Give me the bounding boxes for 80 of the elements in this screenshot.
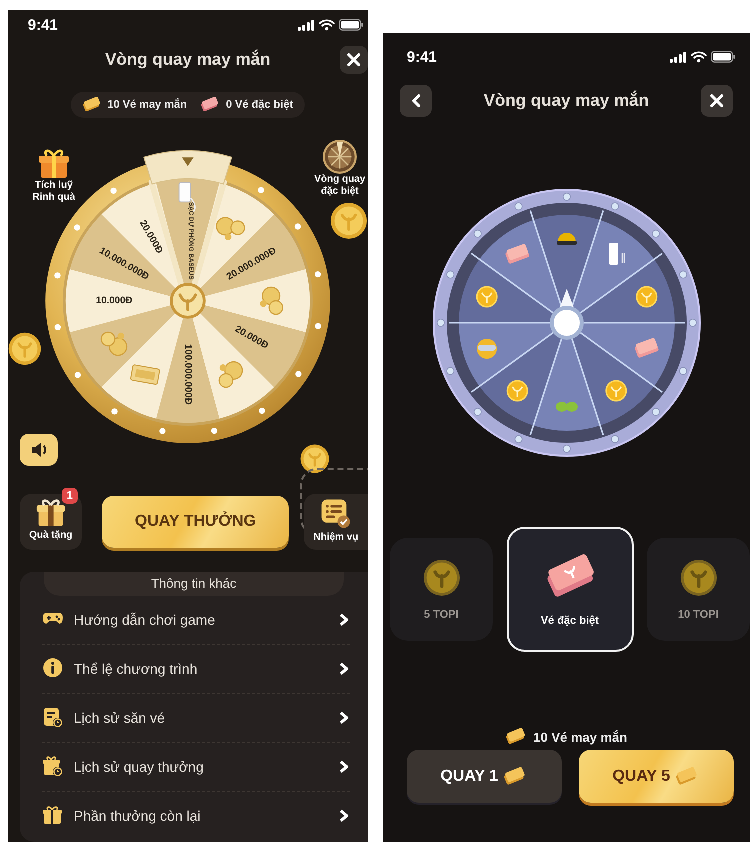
- sound-button[interactable]: [20, 434, 58, 466]
- gift-icon: [38, 148, 70, 180]
- coin-icon: [476, 286, 498, 308]
- back-button[interactable]: [400, 85, 432, 117]
- prize-wheel[interactable]: [432, 189, 700, 457]
- menu-label: Hướng dẫn chơi game: [74, 612, 216, 628]
- gift-icon: [36, 498, 66, 528]
- menu-row[interactable]: Thể lệ chương trình: [42, 645, 350, 694]
- chevron-icon: [339, 809, 350, 823]
- helmet-icon: [556, 233, 576, 245]
- menu-label: Lịch sử quay thưởng: [74, 759, 205, 775]
- gift-icon: [42, 805, 64, 827]
- close-icon: [710, 94, 724, 108]
- toy-icon: [556, 402, 578, 412]
- coins-icon: [218, 361, 244, 388]
- spin-button[interactable]: QUAY 5: [579, 750, 734, 803]
- prize-label: 10.000Đ: [96, 296, 133, 307]
- coin-icon: [605, 380, 627, 402]
- screen-title: Vòng quay may mắn: [104, 50, 272, 70]
- power-bank-icon: [608, 243, 624, 265]
- status-time: 9:41: [28, 16, 58, 34]
- coins-icon: [216, 217, 246, 240]
- signal-icon: [670, 52, 687, 62]
- gift-clock-icon: [42, 756, 64, 778]
- coins-icon: [260, 286, 284, 316]
- checklist-icon: [320, 498, 352, 530]
- chevron-icon: [339, 760, 350, 774]
- battery-icon: [339, 19, 364, 31]
- spin-button[interactable]: QUAY THƯỞNG: [102, 496, 290, 548]
- reward-card[interactable]: 5 TOPI: [390, 538, 493, 641]
- missions-button[interactable]: Nhiệm vụ: [304, 494, 368, 550]
- battery-icon: [711, 51, 736, 63]
- coin-icon: [330, 202, 368, 240]
- menu-label: Thể lệ chương trình: [74, 661, 199, 677]
- info-icon: [42, 658, 64, 680]
- ticket-balance: 10 Vé may mắn: [534, 730, 628, 744]
- coin-icon: [422, 558, 460, 596]
- spin-button[interactable]: QUAY 1: [407, 750, 562, 803]
- shortcut-button[interactable]: Tích luỹ Rinh quà: [26, 148, 82, 203]
- wifi-icon: [319, 19, 335, 31]
- menu-label: Lịch sử săn vé: [74, 710, 166, 726]
- prize-label: 100.000.000Đ: [182, 344, 194, 406]
- screen-title: Vòng quay may mắn: [482, 91, 650, 111]
- menu-row[interactable]: Phần thưởng còn lại: [42, 792, 350, 840]
- panel-title: Thông tin khác: [44, 572, 344, 596]
- chevron-icon: [339, 662, 350, 676]
- document-clock-icon: [42, 707, 64, 729]
- signal-icon: [298, 20, 315, 30]
- close-button[interactable]: [340, 46, 368, 74]
- ticket-icon: [82, 97, 103, 113]
- wheel-icon: [323, 140, 357, 174]
- ticket-icon: [201, 97, 222, 113]
- coin-icon: [506, 380, 528, 402]
- wheel-pointer: [550, 289, 584, 340]
- ticket-icon: [506, 728, 528, 746]
- menu-row[interactable]: Lịch sử săn vé: [42, 694, 350, 743]
- reward-card[interactable]: 10 TOPI: [647, 538, 750, 641]
- ticket-icon: [130, 364, 161, 386]
- ticket-count: 10 Vé may mắn: [108, 99, 188, 111]
- round-figure-icon: [476, 339, 497, 359]
- wifi-icon: [691, 51, 707, 63]
- coins-icon: [100, 332, 128, 356]
- status-time: 9:41: [407, 48, 438, 66]
- coin-icon: [300, 444, 330, 474]
- menu-row[interactable]: Hướng dẫn chơi game: [42, 596, 350, 645]
- close-button[interactable]: [701, 85, 733, 117]
- reward-card[interactable]: Vé đặc biệt: [506, 527, 634, 652]
- coin-icon: [636, 286, 658, 308]
- coin-icon: [8, 332, 42, 366]
- coin-icon: [680, 558, 718, 596]
- chevron-icon: [339, 711, 350, 725]
- speaker-icon: [30, 441, 48, 459]
- menu-label: Phần thưởng còn lại: [74, 808, 202, 824]
- notification-badge: 1: [62, 488, 78, 504]
- chevron-icon: [339, 613, 350, 627]
- ticket-count: 0 Vé đặc biệt: [226, 99, 294, 111]
- menu-row[interactable]: Lịch sử quay thưởng: [42, 743, 350, 792]
- shortcut-button[interactable]: Vòng quay đặc biệt: [312, 140, 368, 197]
- back-icon: [410, 94, 422, 108]
- close-icon: [347, 53, 361, 67]
